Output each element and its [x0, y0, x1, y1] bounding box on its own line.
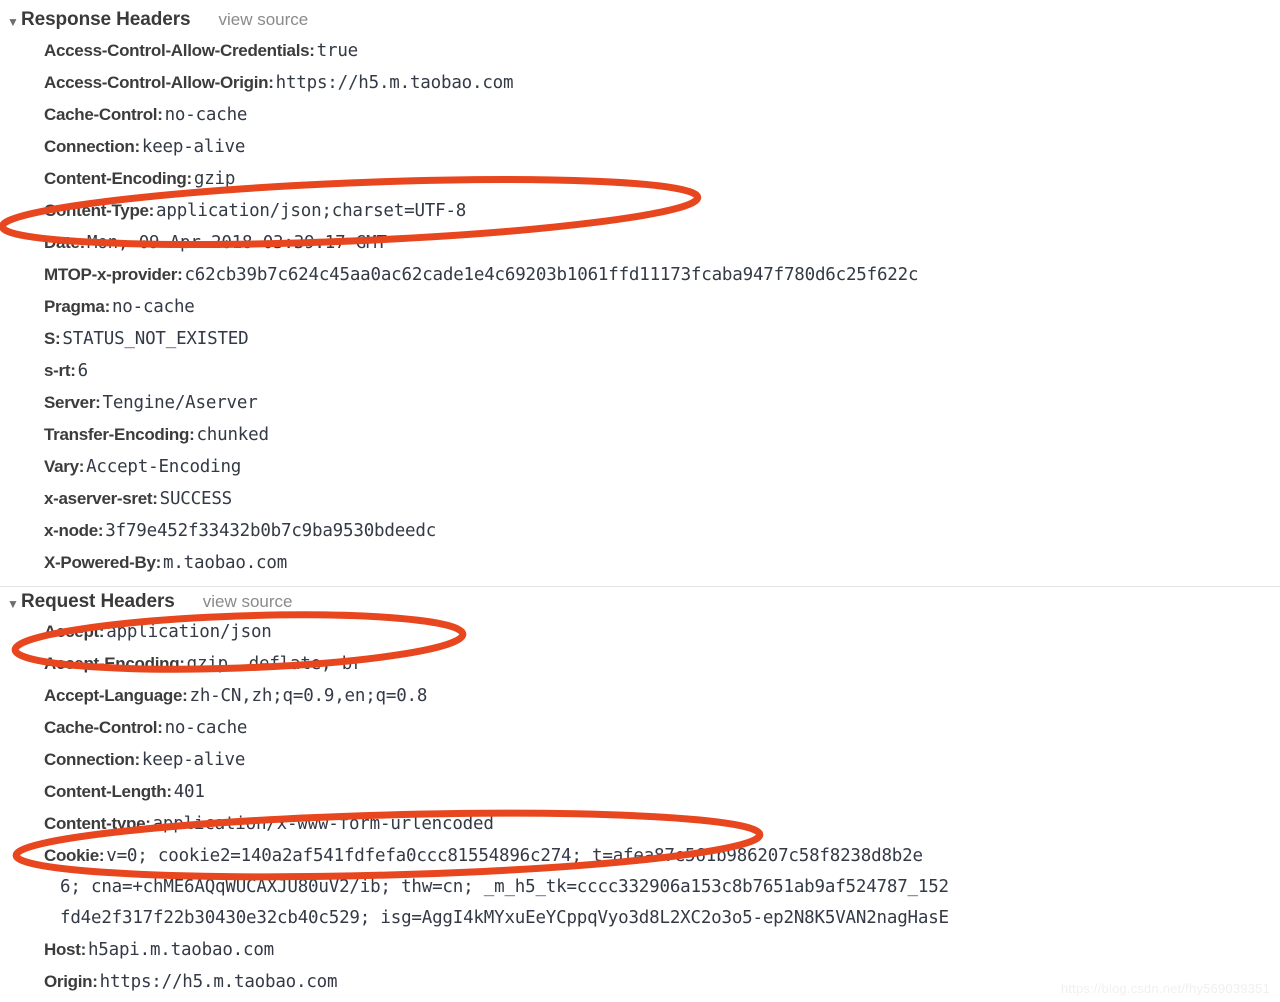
header-value: h5api.m.taobao.com: [87, 940, 274, 960]
header-name: Content-Length:: [44, 782, 172, 801]
header-row: Cache-Control: no-cache: [44, 99, 1280, 131]
header-value: Mon, 09 Apr 2018 03:39:17 GMT: [87, 233, 387, 253]
header-row: X-Powered-By: m.taobao.com: [44, 547, 1280, 579]
header-value: no-cache: [111, 297, 195, 317]
header-row: Transfer-Encoding: chunked: [44, 419, 1280, 451]
header-row: Host: h5api.m.taobao.com: [44, 934, 1280, 966]
header-name: Access-Control-Allow-Credentials:: [44, 41, 315, 60]
header-value: no-cache: [164, 105, 248, 125]
header-row: Server: Tengine/Aserver: [44, 387, 1280, 419]
header-value: chunked: [196, 425, 269, 445]
header-value: gzip, deflate, br: [186, 654, 363, 674]
header-row: Content-type: application/x-www-form-urle…: [44, 808, 1280, 840]
header-value: gzip: [193, 169, 236, 189]
header-value: SUCCESS: [159, 489, 233, 509]
section-title-request-headers: Request Headers: [21, 591, 175, 612]
header-name: Cookie:: [44, 846, 105, 865]
header-name: Accept:: [44, 622, 105, 641]
header-value: keep-alive: [141, 137, 246, 157]
header-value: true: [316, 41, 359, 61]
header-row: Date: Mon, 09 Apr 2018 03:39:17 GMT: [44, 227, 1280, 259]
header-row: Accept-Encoding: gzip, deflate, br: [44, 648, 1280, 680]
header-name: Accept-Encoding:: [44, 654, 185, 673]
header-name: Cache-Control:: [44, 718, 163, 737]
header-name: Cache-Control:: [44, 105, 163, 124]
header-value: m.taobao.com: [163, 553, 288, 573]
header-value: Accept-Encoding: [86, 457, 242, 477]
header-value: v=0; cookie2=140a2af541fdfefa0ccc8155489…: [106, 846, 923, 866]
header-value: application/x-www-form-urlencoded: [152, 814, 494, 834]
header-row: x-aserver-sret: SUCCESS: [44, 483, 1280, 515]
header-name: Connection:: [44, 750, 140, 769]
header-row: Vary: Accept-Encoding: [44, 451, 1280, 483]
header-row: Content-Type: application/json;charset=UT…: [44, 195, 1280, 227]
header-row: Content-Encoding: gzip: [44, 163, 1280, 195]
header-value-continuation: fd4e2f317f22b30430e32cb40c529; isg=AggI4…: [60, 908, 949, 928]
header-value: zh-CN,zh;q=0.9,en;q=0.8: [189, 686, 428, 706]
header-value: STATUS_NOT_EXISTED: [62, 329, 249, 349]
disclosure-triangle-icon[interactable]: ▼: [7, 589, 21, 619]
header-row: Connection: keep-alive: [44, 131, 1280, 163]
header-row: Content-Length: 401: [44, 776, 1280, 808]
header-name: x-node:: [44, 521, 104, 540]
section-header-request-headers[interactable]: ▼ Request Headers view source: [0, 586, 1280, 616]
header-name: x-aserver-sret:: [44, 489, 158, 508]
header-value: c62cb39b7c624c45aa0ac62cade1e4c69203b106…: [184, 265, 919, 285]
header-value: 6: [77, 361, 89, 381]
response-header-list: Access-Control-Allow-Credentials: true Ac…: [0, 35, 1280, 579]
header-name: Connection:: [44, 137, 140, 156]
header-row: Connection: keep-alive: [44, 744, 1280, 776]
disclosure-triangle-icon[interactable]: ▼: [7, 7, 21, 37]
header-name: Date:: [44, 233, 86, 252]
header-name: Content-Type:: [44, 201, 155, 220]
header-value: keep-alive: [141, 750, 246, 770]
request-header-list: Accept: application/json Accept-Encoding:…: [0, 616, 1280, 998]
header-name: Vary:: [44, 457, 85, 476]
header-row: MTOP-x-provider: c62cb39b7c624c45aa0ac62c…: [44, 259, 1280, 291]
header-value: application/json: [106, 622, 272, 642]
header-value: no-cache: [164, 718, 248, 738]
watermark: https://blog.csdn.net/fhy569039351: [1060, 981, 1270, 996]
header-value: application/json;charset=UTF-8: [156, 201, 467, 221]
header-row: Cache-Control: no-cache: [44, 712, 1280, 744]
header-name: Content-Encoding:: [44, 169, 192, 188]
section-title-response-headers: Response Headers: [21, 9, 191, 30]
header-row: s-rt: 6: [44, 355, 1280, 387]
header-row: Pragma: no-cache: [44, 291, 1280, 323]
header-row: Access-Control-Allow-Origin: https://h5.m…: [44, 67, 1280, 99]
header-row: Accept: application/json: [44, 616, 1280, 648]
header-name: S:: [44, 329, 61, 348]
network-headers-panel: ▼ Response Headers view source Access-Co…: [0, 0, 1280, 1002]
header-row-cookie: Cookie: v=0; cookie2=140a2af541fdfefa0ccc…: [44, 840, 1280, 872]
header-row: Accept-Language: zh-CN,zh;q=0.9,en;q=0.8: [44, 680, 1280, 712]
view-source-link-request[interactable]: view source: [203, 587, 293, 617]
header-name: Content-type:: [44, 814, 151, 833]
header-value: 3f79e452f33432b0b7c9ba9530bdeedc: [105, 521, 437, 541]
view-source-link-response[interactable]: view source: [218, 5, 308, 35]
header-name: MTOP-x-provider:: [44, 265, 183, 284]
header-name: Server:: [44, 393, 101, 412]
header-name: Host:: [44, 940, 86, 959]
header-row: x-node: 3f79e452f33432b0b7c9ba9530bdeedc: [44, 515, 1280, 547]
header-value-continuation: 6; cna=+chME6AQqWUCAXJU80uV2/ib; thw=cn;…: [60, 877, 949, 897]
header-name: s-rt:: [44, 361, 76, 380]
header-name: Origin:: [44, 972, 98, 991]
header-value: https://h5.m.taobao.com: [99, 972, 338, 992]
section-header-response-headers[interactable]: ▼ Response Headers view source: [0, 5, 1280, 35]
header-name: Transfer-Encoding:: [44, 425, 195, 444]
header-value: 401: [173, 782, 205, 802]
header-value: Tengine/Aserver: [102, 393, 258, 413]
header-name: Access-Control-Allow-Origin:: [44, 73, 274, 92]
header-row: S: STATUS_NOT_EXISTED: [44, 323, 1280, 355]
header-name: Accept-Language:: [44, 686, 188, 705]
header-row: Access-Control-Allow-Credentials: true: [44, 35, 1280, 67]
header-name: X-Powered-By:: [44, 553, 162, 572]
header-name: Pragma:: [44, 297, 110, 316]
header-value: https://h5.m.taobao.com: [275, 73, 514, 93]
